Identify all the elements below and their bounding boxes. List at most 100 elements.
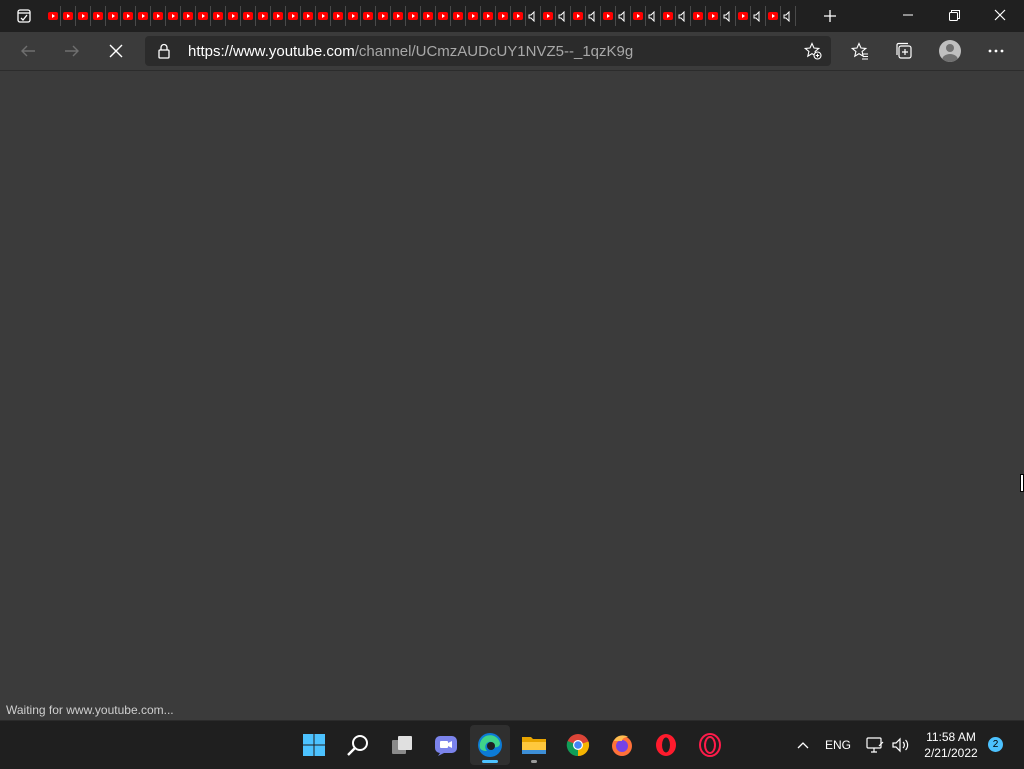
browser-tab[interactable] xyxy=(691,6,706,26)
browser-tab[interactable] xyxy=(76,6,91,26)
browser-tab[interactable] xyxy=(451,6,466,26)
browser-tab[interactable] xyxy=(391,6,406,26)
youtube-favicon-icon xyxy=(468,12,478,20)
browser-tab[interactable] xyxy=(136,6,151,26)
profile-icon xyxy=(939,40,961,62)
site-info-button[interactable] xyxy=(157,43,171,64)
profile-button[interactable] xyxy=(935,36,965,66)
browser-tab[interactable] xyxy=(526,6,541,26)
add-favorite-button[interactable] xyxy=(803,41,823,61)
browser-tab[interactable] xyxy=(721,6,736,26)
back-arrow-icon xyxy=(21,45,35,57)
browser-tab[interactable] xyxy=(706,6,721,26)
browser-tab[interactable] xyxy=(646,6,661,26)
language-indicator[interactable]: ENG xyxy=(822,721,854,769)
browser-tab[interactable] xyxy=(166,6,181,26)
url-text[interactable]: https://www.youtube.com/channel/UCmzAUDc… xyxy=(188,43,633,60)
browser-tab[interactable] xyxy=(106,6,121,26)
settings-more-button[interactable] xyxy=(981,36,1011,66)
volume-icon xyxy=(892,737,909,753)
browser-tab[interactable] xyxy=(256,6,271,26)
opera-gx-button[interactable] xyxy=(690,725,730,765)
browser-tab[interactable] xyxy=(616,6,631,26)
browser-tab[interactable] xyxy=(481,6,496,26)
show-hidden-icons-button[interactable] xyxy=(790,721,816,769)
chrome-button[interactable] xyxy=(558,725,598,765)
speaker-icon xyxy=(588,10,594,22)
lock-icon xyxy=(158,43,170,59)
browser-tab[interactable] xyxy=(511,6,526,26)
youtube-favicon-icon xyxy=(333,12,343,20)
notification-badge[interactable]: 2 xyxy=(988,737,1003,752)
browser-tab[interactable] xyxy=(361,6,376,26)
browser-tab[interactable] xyxy=(331,6,346,26)
browser-tab[interactable] xyxy=(316,6,331,26)
browser-tab[interactable] xyxy=(121,6,136,26)
chrome-icon xyxy=(566,734,590,757)
browser-tab[interactable] xyxy=(601,6,616,26)
firefox-button[interactable] xyxy=(602,725,642,765)
browser-tab[interactable] xyxy=(346,6,361,26)
browser-tab[interactable] xyxy=(211,6,226,26)
file-explorer-button[interactable] xyxy=(514,725,554,765)
browser-tab[interactable] xyxy=(151,6,166,26)
teams-chat-button[interactable] xyxy=(426,725,466,765)
back-button[interactable] xyxy=(13,36,43,66)
browser-tab[interactable] xyxy=(781,6,796,26)
browser-tab[interactable] xyxy=(661,6,676,26)
page-content xyxy=(0,71,1024,720)
new-tab-button[interactable] xyxy=(818,4,842,28)
browser-tab[interactable] xyxy=(241,6,256,26)
browser-tab[interactable] xyxy=(46,6,61,26)
tab-actions-icon xyxy=(17,9,31,23)
close-window-button[interactable] xyxy=(977,0,1023,30)
browser-tab[interactable] xyxy=(436,6,451,26)
search-button[interactable] xyxy=(338,725,378,765)
youtube-favicon-icon xyxy=(138,12,148,20)
browser-tab[interactable] xyxy=(586,6,601,26)
favorites-button[interactable] xyxy=(845,36,875,66)
browser-tab[interactable] xyxy=(631,6,646,26)
browser-tab[interactable] xyxy=(421,6,436,26)
collections-button[interactable] xyxy=(889,36,919,66)
browser-tab[interactable] xyxy=(226,6,241,26)
browser-tab[interactable] xyxy=(91,6,106,26)
browser-tab[interactable] xyxy=(271,6,286,26)
browser-tab[interactable] xyxy=(466,6,481,26)
clock-time: 11:58 AM xyxy=(926,730,976,744)
browser-tab[interactable] xyxy=(376,6,391,26)
browser-tab[interactable] xyxy=(196,6,211,26)
browser-tab[interactable] xyxy=(751,6,766,26)
edge-taskbar-button[interactable] xyxy=(470,725,510,765)
forward-button[interactable] xyxy=(57,36,87,66)
restore-button[interactable] xyxy=(931,0,977,30)
url-host: https://www.youtube.com xyxy=(188,43,355,60)
browser-tab[interactable] xyxy=(541,6,556,26)
browser-tab[interactable] xyxy=(181,6,196,26)
stop-loading-button[interactable] xyxy=(101,36,131,66)
browser-tab[interactable] xyxy=(61,6,76,26)
browser-tab[interactable] xyxy=(676,6,691,26)
browser-tab[interactable] xyxy=(736,6,751,26)
stop-loading-icon xyxy=(109,44,123,58)
browser-tab[interactable] xyxy=(766,6,781,26)
clock[interactable]: 11:58 AM 2/21/2022 xyxy=(918,729,984,761)
network-button[interactable] xyxy=(862,721,888,769)
youtube-favicon-icon xyxy=(483,12,493,20)
browser-tab[interactable] xyxy=(286,6,301,26)
minimize-button[interactable] xyxy=(885,0,931,30)
url-path: /channel/UCmzAUDcUY1NVZ5--_1qzK9g xyxy=(354,43,634,60)
browser-tab[interactable] xyxy=(571,6,586,26)
volume-button[interactable] xyxy=(888,721,914,769)
browser-tab[interactable] xyxy=(556,6,571,26)
browser-tab[interactable] xyxy=(496,6,511,26)
start-button[interactable] xyxy=(294,725,334,765)
youtube-favicon-icon xyxy=(93,12,103,20)
browser-tab[interactable] xyxy=(406,6,421,26)
address-bar[interactable]: https://www.youtube.com/channel/UCmzAUDc… xyxy=(145,36,831,66)
task-view-button[interactable] xyxy=(382,725,422,765)
restore-icon xyxy=(948,9,960,21)
opera-button[interactable] xyxy=(646,725,686,765)
browser-tab[interactable] xyxy=(301,6,316,26)
tab-actions-button[interactable] xyxy=(8,4,40,28)
